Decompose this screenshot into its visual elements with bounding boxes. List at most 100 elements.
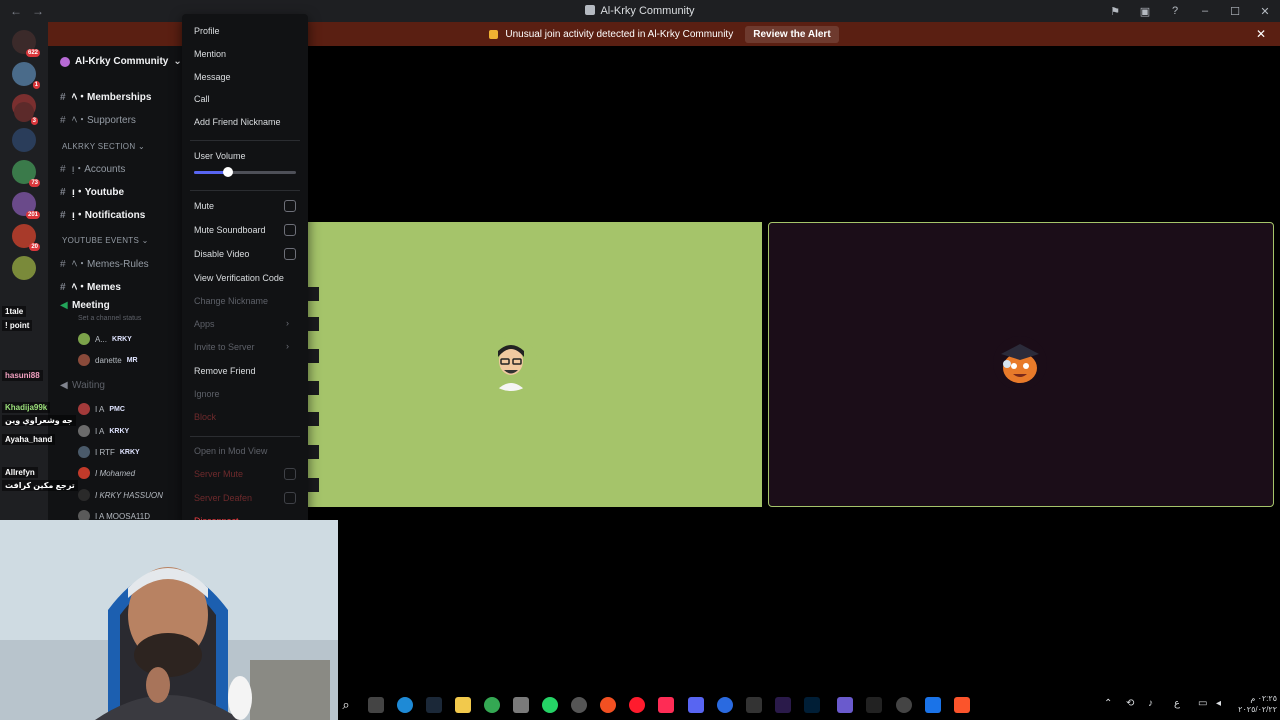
member-name: I RTF xyxy=(95,447,115,457)
voice-channel-status[interactable]: Set a channel status xyxy=(78,315,141,322)
help-icon[interactable]: ? xyxy=(1160,5,1190,17)
server-icon-1[interactable]: 622 xyxy=(12,30,40,57)
voice-member[interactable]: I A KRKY xyxy=(78,425,129,437)
mention-badge: 622 xyxy=(25,49,40,57)
chrome-icon[interactable] xyxy=(484,697,500,713)
voice-member[interactable]: A... KRKY xyxy=(78,333,132,345)
menu-item-apps[interactable]: Apps xyxy=(194,319,215,329)
menu-item-add-friend-nickname[interactable]: Add Friend Nickname xyxy=(194,117,281,127)
gamepad-icon[interactable] xyxy=(837,697,853,713)
mute-checkbox[interactable] xyxy=(284,200,296,212)
channel-memes-rules[interactable]: # ﾍ・Memes-Rules xyxy=(60,255,149,270)
channel-accounts[interactable]: # ᴉ・Accounts xyxy=(60,160,125,175)
video-tile-user[interactable] xyxy=(308,222,762,507)
menu-item-invite-to-server[interactable]: Invite to Server xyxy=(194,342,255,352)
menu-item-remove-friend[interactable]: Remove Friend xyxy=(194,366,256,376)
menu-item-mention[interactable]: Mention xyxy=(194,49,226,59)
steam-icon[interactable] xyxy=(426,697,442,713)
menu-item-block[interactable]: Block xyxy=(194,412,216,422)
menu-item-call[interactable]: Call xyxy=(194,94,210,104)
menu-item-message[interactable]: Message xyxy=(194,72,231,82)
server-deafen-checkbox[interactable] xyxy=(284,492,296,504)
volume-knob[interactable] xyxy=(222,167,233,177)
menu-item-mute[interactable]: Mute xyxy=(194,201,214,211)
overlay-name: Allrefyn xyxy=(2,467,38,478)
menu-item-open-in-mod-view[interactable]: Open in Mod View xyxy=(194,446,267,456)
whatsapp-icon[interactable] xyxy=(542,697,558,713)
menu-item-ignore[interactable]: Ignore xyxy=(194,389,220,399)
server-icon-4[interactable]: 3 xyxy=(14,102,38,125)
channel-supporters[interactable]: # ﾍ・Supporters xyxy=(60,111,136,126)
server-icon-2[interactable]: 1 xyxy=(12,62,40,89)
menu-item-user-volume: User Volume xyxy=(194,151,246,161)
server-icon-7[interactable]: 201 xyxy=(12,192,40,219)
video-tile-user[interactable] xyxy=(768,222,1274,507)
task-view-icon[interactable] xyxy=(368,697,384,713)
voice-member[interactable]: I A PMC xyxy=(78,403,125,415)
menu-item-profile[interactable]: Profile xyxy=(194,26,220,36)
flag-icon[interactable]: ⚑ xyxy=(1100,5,1130,18)
minimize-icon[interactable]: – xyxy=(1190,5,1220,17)
tiktok-icon[interactable] xyxy=(658,697,674,713)
close-icon[interactable]: ✕ xyxy=(1250,5,1280,18)
microphone-icon[interactable]: ♪ xyxy=(1148,698,1153,709)
mute-soundboard-checkbox[interactable] xyxy=(284,224,296,236)
network-icon[interactable]: ⟲ xyxy=(1126,698,1134,709)
menu-item-server-deafen[interactable]: Server Deafen xyxy=(194,493,252,503)
channel-memes[interactable]: # ﾍ・Memes xyxy=(60,278,121,293)
channel-youtube[interactable]: # ᴉ・Youtube xyxy=(60,183,124,198)
app-icon[interactable] xyxy=(600,697,616,713)
app-icon[interactable] xyxy=(571,697,587,713)
server-icon-9[interactable] xyxy=(12,256,36,280)
server-mute-checkbox[interactable] xyxy=(284,468,296,480)
voice-channel-waiting[interactable]: ◀ Waiting xyxy=(60,380,105,391)
file-explorer-icon[interactable] xyxy=(455,697,471,713)
menu-item-mute-soundboard[interactable]: Mute Soundboard xyxy=(194,225,266,235)
search-icon[interactable]: ⌕ xyxy=(338,697,354,713)
photoshop-icon[interactable] xyxy=(804,697,820,713)
system-clock[interactable]: ٠٢:٢٥ م ٢٠٢٥/٠٢/٢٢ xyxy=(1233,693,1277,715)
app-icon[interactable] xyxy=(513,697,529,713)
menu-item-disable-video[interactable]: Disable Video xyxy=(194,249,249,259)
disable-video-checkbox[interactable] xyxy=(284,248,296,260)
app-icon[interactable] xyxy=(925,697,941,713)
review-alert-button[interactable]: Review the Alert xyxy=(745,25,839,43)
server-icon-8[interactable]: 20 xyxy=(12,224,40,251)
menu-item-server-mute[interactable]: Server Mute xyxy=(194,469,243,479)
display-icon[interactable]: ▭ xyxy=(1198,698,1207,709)
capcut-icon[interactable] xyxy=(866,697,882,713)
voice-member[interactable]: danette MR xyxy=(78,354,138,366)
voice-member[interactable]: I RTF KRKY xyxy=(78,446,140,458)
server-icon-5[interactable] xyxy=(12,128,36,152)
member-name: I A xyxy=(95,426,105,436)
chevron-up-icon[interactable]: ⌃ xyxy=(1104,698,1112,709)
category-alkrky-section[interactable]: ALKRKY SECTION ⌄ xyxy=(62,142,145,151)
screen-share-icon[interactable]: ▣ xyxy=(1130,5,1160,18)
channel-notifications[interactable]: # ᴉ・Notifications xyxy=(60,206,145,221)
app-icon[interactable] xyxy=(717,697,733,713)
menu-item-change-nickname[interactable]: Change Nickname xyxy=(194,296,268,306)
premiere-icon[interactable] xyxy=(775,697,791,713)
channel-memberships[interactable]: # ﾍ・Memberships xyxy=(60,88,151,103)
edge-browser-icon[interactable] xyxy=(397,697,413,713)
app-icon[interactable] xyxy=(746,697,762,713)
category-youtube-events[interactable]: YOUTUBE EVENTS ⌄ xyxy=(62,236,149,245)
speaker-icon[interactable]: ◂ xyxy=(1216,698,1221,709)
member-name: danette xyxy=(95,355,122,365)
brave-icon[interactable] xyxy=(954,697,970,713)
alert-message: Unusual join activity detected in Al-Krk… xyxy=(505,28,734,40)
voice-member[interactable]: I Mohamed xyxy=(78,467,135,479)
voice-channel-meeting[interactable]: ◀ Meeting xyxy=(60,300,110,311)
alert-close-icon[interactable]: ✕ xyxy=(1256,27,1266,41)
maximize-icon[interactable]: ☐ xyxy=(1220,5,1250,18)
opera-icon[interactable] xyxy=(629,697,645,713)
user-volume-slider[interactable] xyxy=(194,167,296,177)
discord-icon[interactable] xyxy=(688,697,704,713)
obs-icon[interactable] xyxy=(896,697,912,713)
menu-item-view-verification-code[interactable]: View Verification Code xyxy=(194,273,284,283)
language-indicator[interactable]: ع xyxy=(1174,698,1180,709)
user-context-menu: Profile Mention Message Call Add Friend … xyxy=(182,14,308,526)
server-icon-6[interactable]: 73 xyxy=(12,160,40,187)
voice-member[interactable]: I KRKY HASSUON xyxy=(78,489,163,501)
server-name-header[interactable]: Al-Krky Community ⌄ xyxy=(60,56,182,67)
